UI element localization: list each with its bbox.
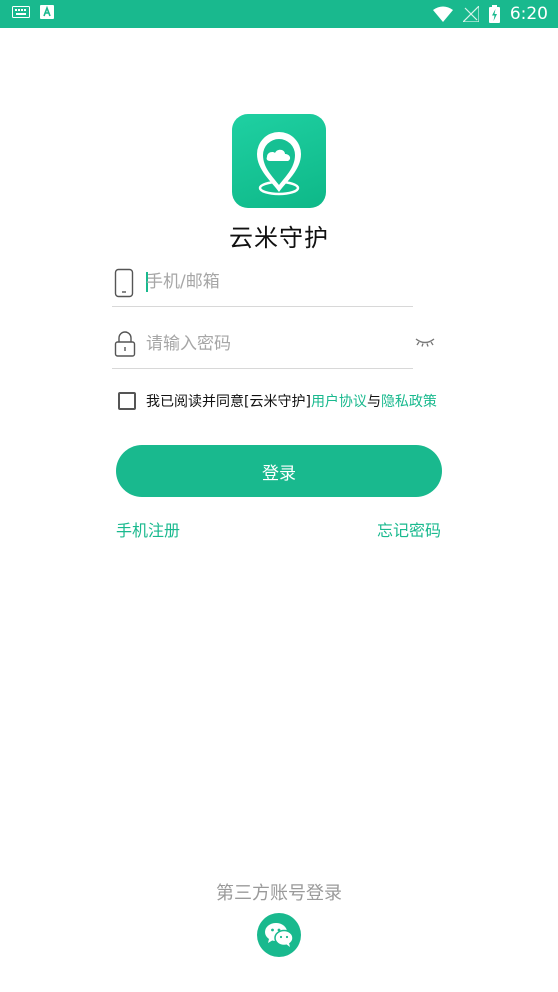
agreement-conjunction: 与 xyxy=(366,394,381,410)
privacy-policy-link[interactable]: 隐私政策 xyxy=(381,391,437,411)
wifi-icon xyxy=(432,6,453,22)
login-button[interactable]: 登录 xyxy=(116,445,442,497)
account-field xyxy=(112,260,413,307)
account-input[interactable] xyxy=(146,268,396,296)
keyboard-icon xyxy=(12,6,30,18)
wechat-login-button[interactable] xyxy=(257,913,301,957)
location-pin-cloud-icon xyxy=(257,132,301,196)
status-time: 6:20 xyxy=(509,4,548,24)
wechat-icon xyxy=(265,923,294,947)
password-field xyxy=(112,322,413,369)
lock-icon xyxy=(114,331,136,357)
agreement-row: 我已阅读并同意[云米守护] 用户协议 与 隐私政策 xyxy=(118,390,437,412)
phone-register-link[interactable]: 手机注册 xyxy=(116,517,180,541)
third-party-login-title: 第三方账号登录 xyxy=(216,883,342,904)
app-name: 云米守护 xyxy=(229,224,329,252)
status-bar: 6:20 xyxy=(0,0,558,28)
agreement-prefix: 我已阅读并同意[云米守护] xyxy=(146,394,311,410)
phone-icon xyxy=(114,268,134,298)
battery-charging-icon xyxy=(488,5,500,23)
agreement-checkbox[interactable] xyxy=(118,392,136,410)
password-input[interactable] xyxy=(146,330,396,358)
app-notification-icon xyxy=(40,5,54,19)
no-signal-icon xyxy=(462,6,479,22)
app-logo xyxy=(232,114,326,208)
eye-closed-icon[interactable] xyxy=(414,334,436,350)
forgot-password-link[interactable]: 忘记密码 xyxy=(377,517,441,541)
user-agreement-link[interactable]: 用户协议 xyxy=(311,391,367,411)
